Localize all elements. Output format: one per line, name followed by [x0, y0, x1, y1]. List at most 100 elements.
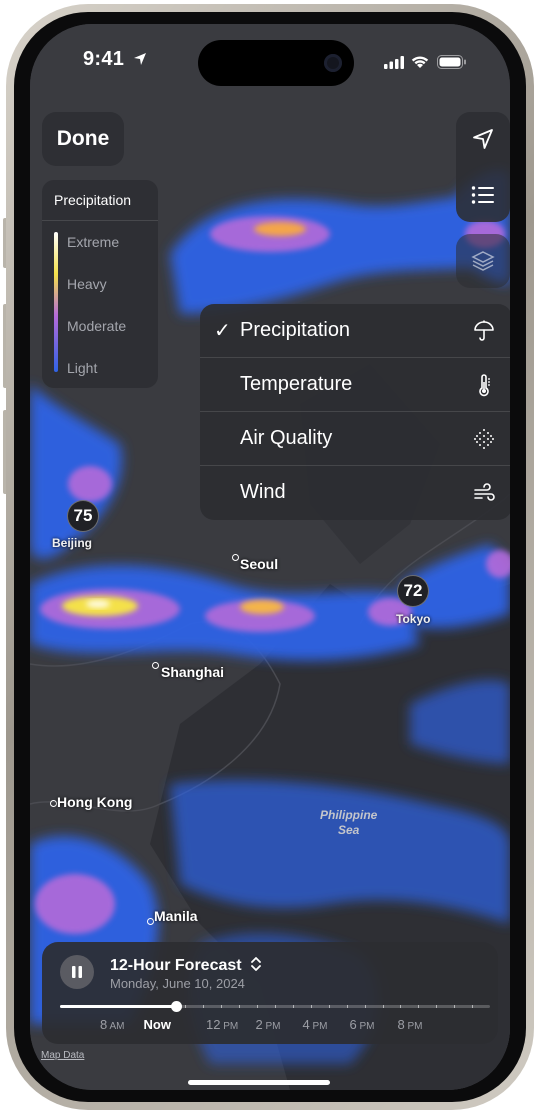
city-temperature-badge[interactable]: 75	[67, 500, 99, 532]
city-dot	[152, 662, 159, 669]
timeline-label: 12 PM	[206, 1017, 238, 1032]
forecast-panel: 12-Hour Forecast Monday, June 10, 2024 8…	[42, 942, 498, 1044]
map-layer-menu: ✓ Precipitation Temperature Air Quality	[200, 304, 510, 520]
precip-cell-moderate	[35, 874, 115, 934]
legend-title: Precipitation	[54, 192, 132, 208]
city-label-beijing[interactable]: Beijing	[52, 536, 92, 550]
city-label-seoul[interactable]: Seoul	[240, 556, 278, 572]
map-data-link[interactable]: Map Data	[41, 1050, 84, 1061]
timeline-tick	[131, 1005, 133, 1008]
location-arrow-icon	[473, 129, 493, 149]
forecast-timeline-slider[interactable]	[60, 1001, 490, 1012]
timeline-label-meridiem: PM	[404, 1021, 423, 1032]
forecast-date: Monday, June 10, 2024	[110, 976, 245, 991]
timeline-label: 6 PM	[350, 1017, 375, 1032]
timeline-tick	[292, 1005, 294, 1008]
city-dot	[232, 554, 239, 561]
cellular-signal-icon	[384, 56, 404, 69]
timeline-label-value: 6	[349, 1017, 357, 1032]
timeline-tick	[149, 1005, 151, 1008]
precip-cell-heavy	[254, 222, 306, 236]
timeline-tick	[328, 1005, 330, 1008]
timeline-label-meridiem: AM	[107, 1021, 125, 1032]
timeline-label-meridiem: PM	[262, 1021, 281, 1032]
legend-item-extreme: Extreme	[67, 234, 120, 250]
wind-icon	[474, 483, 495, 501]
list-button[interactable]	[456, 168, 510, 222]
timeline-tick	[239, 1005, 241, 1008]
precip-cell-extreme	[86, 600, 110, 608]
timeline-tick	[472, 1005, 474, 1008]
timeline-label: 4 PM	[303, 1017, 328, 1032]
menu-item-air-quality[interactable]: Air Quality	[200, 412, 510, 466]
menu-item-wind[interactable]: Wind	[200, 466, 510, 520]
timeline-tick	[77, 1005, 79, 1008]
timeline-tick	[364, 1005, 366, 1008]
location-arrow-icon	[134, 53, 147, 65]
timeline-tick	[400, 1005, 402, 1008]
timeline-tick	[346, 1005, 348, 1008]
timeline-label-meridiem: PM	[220, 1021, 239, 1032]
screen: 9:41 Done Precipitation Extreme Heavy Mo…	[30, 24, 510, 1090]
pause-button[interactable]	[60, 955, 94, 989]
current-location-button[interactable]	[456, 112, 510, 166]
wifi-icon	[411, 56, 429, 68]
timeline-label-value: Now	[143, 1017, 171, 1032]
menu-item-precipitation[interactable]: ✓ Precipitation	[200, 304, 510, 358]
timeline-tick	[310, 1005, 312, 1008]
menu-item-label: Temperature	[240, 373, 353, 395]
menu-item-temperature[interactable]: Temperature	[200, 358, 510, 412]
precip-cell-moderate	[68, 466, 112, 502]
forecast-title-button[interactable]: 12-Hour Forecast	[110, 956, 262, 975]
timeline-tick	[382, 1005, 384, 1008]
done-button[interactable]: Done	[42, 112, 124, 166]
map-layers-button[interactable]	[456, 234, 510, 288]
timeline-scrubber[interactable]	[171, 1001, 183, 1012]
battery-icon	[437, 55, 466, 69]
status-bar: 9:41	[30, 24, 510, 104]
legend-item-heavy: Heavy	[67, 276, 107, 292]
timeline-label: 8 AM	[100, 1017, 124, 1032]
city-temperature-badge[interactable]: 72	[397, 575, 429, 607]
precip-cell-heavy	[240, 600, 284, 614]
sea-label-line: Sea	[337, 823, 360, 837]
timeline-label: 2 PM	[256, 1017, 281, 1032]
timeline-label-value: 2	[255, 1017, 263, 1032]
sea-label: Philippine Sea	[320, 808, 377, 838]
menu-item-label: Air Quality	[240, 427, 333, 449]
city-label-manila[interactable]: Manila	[154, 908, 198, 924]
timeline-label-meridiem: PM	[309, 1021, 328, 1032]
dynamic-island	[198, 40, 354, 86]
umbrella-icon	[474, 320, 494, 341]
layers-icon	[471, 251, 495, 271]
city-label-shanghai[interactable]: Shanghai	[161, 664, 224, 680]
chevron-up-down-icon	[251, 957, 261, 971]
timeline-label-value: 8	[397, 1017, 405, 1032]
city-label-tokyo[interactable]: Tokyo	[396, 612, 430, 626]
timeline-tick	[185, 1005, 187, 1008]
timeline-label: Now	[144, 1017, 171, 1032]
list-icon	[471, 186, 494, 204]
timeline-tick	[436, 1005, 438, 1008]
timeline-tick	[418, 1005, 420, 1008]
timeline-tick	[257, 1005, 259, 1008]
timeline-tick	[275, 1005, 276, 1008]
timeline-tick	[221, 1005, 223, 1008]
city-dot	[147, 918, 154, 925]
map-controls	[456, 112, 510, 222]
menu-item-label: Precipitation	[240, 319, 351, 341]
sea-label-line: Philippine	[320, 808, 378, 822]
precipitation-legend: Precipitation Extreme Heavy Moderate Lig…	[42, 180, 158, 388]
home-indicator[interactable]	[188, 1080, 330, 1085]
air-quality-icon	[474, 429, 494, 449]
menu-item-label: Wind	[240, 481, 286, 503]
front-camera	[324, 54, 342, 72]
timeline-tick	[203, 1005, 205, 1008]
pause-icon	[72, 966, 82, 978]
timeline-tick	[167, 1005, 169, 1008]
city-label-hong-kong[interactable]: Hong Kong	[57, 794, 132, 810]
timeline-tick	[113, 1005, 115, 1008]
timeline-label-value: 4	[302, 1017, 310, 1032]
checkmark-icon: ✓	[214, 320, 231, 342]
timeline-label: 8 PM	[398, 1017, 423, 1032]
